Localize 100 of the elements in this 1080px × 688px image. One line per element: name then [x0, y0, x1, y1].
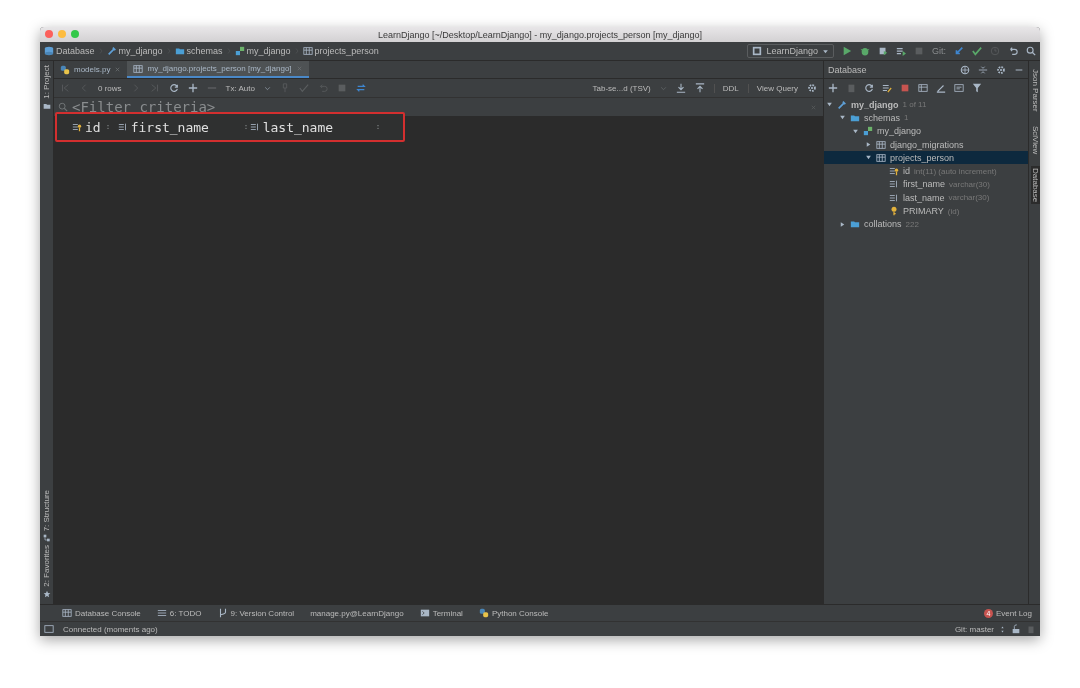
folder-icon: [174, 46, 185, 56]
tool-window-button[interactable]: Database: [1031, 166, 1040, 205]
structure-icon: [42, 534, 51, 543]
tool-window-button[interactable]: 1: Project: [42, 65, 51, 99]
compare-icon[interactable]: [355, 83, 366, 93]
coverage-icon[interactable]: [878, 46, 888, 56]
table-icon: [133, 63, 144, 74]
toolbar-button[interactable]: DDL: [713, 83, 739, 93]
properties-icon[interactable]: [882, 83, 892, 93]
search-icon[interactable]: [1026, 46, 1036, 56]
check-icon[interactable]: [972, 46, 982, 56]
key-icon: [889, 206, 899, 216]
python-icon: [478, 608, 489, 618]
column-header[interactable]: last_name: [249, 119, 382, 135]
caret-icon: [822, 47, 829, 55]
update-icon[interactable]: [954, 46, 964, 56]
branch-icon: [217, 608, 228, 618]
key-column-icon: [72, 122, 82, 132]
folder-icon: [42, 101, 51, 110]
filter-icon[interactable]: [972, 83, 982, 93]
refresh-icon[interactable]: [864, 83, 874, 93]
breadcrumb[interactable]: my_django: [106, 46, 163, 56]
collapsed-arrow-icon[interactable]: [865, 141, 872, 149]
tool-window-button[interactable]: Terminal: [419, 608, 463, 618]
collapsed-arrow-icon[interactable]: [839, 220, 846, 228]
breadcrumb[interactable]: Database: [44, 46, 95, 56]
table-icon: [876, 152, 886, 163]
python-icon: [60, 64, 70, 75]
tool-window-button[interactable]: manage.py@LearnDjango: [310, 608, 404, 618]
check-icon[interactable]: [298, 83, 309, 93]
format-dropdown[interactable]: Tab-se...d (TSV): [592, 83, 651, 93]
panel-title: Database: [828, 64, 867, 75]
column-header[interactable]: first_name: [117, 119, 250, 135]
settings-icon[interactable]: [996, 64, 1006, 75]
editor-tab[interactable]: models.py: [54, 61, 128, 78]
tool-window-button[interactable]: 9: Version Control: [217, 608, 295, 618]
bug-icon[interactable]: [860, 46, 870, 56]
column-icon: [117, 122, 128, 132]
tool-window-button[interactable]: SciView: [1031, 123, 1040, 156]
column-header[interactable]: id: [72, 119, 118, 135]
download-icon[interactable]: [675, 83, 686, 93]
tool-window-button[interactable]: Json Parser: [1031, 67, 1040, 114]
key-column-icon: [889, 166, 899, 177]
status-message: Connected (moments ago): [63, 624, 158, 634]
column-icon: [249, 122, 260, 132]
add-icon[interactable]: [828, 83, 838, 93]
expanded-arrow-icon[interactable]: [839, 114, 846, 122]
console-icon[interactable]: [954, 83, 964, 93]
schema-icon: [234, 46, 245, 56]
branch-widget[interactable]: Git: master: [954, 624, 994, 634]
run-configuration-dropdown[interactable]: LearnDjango: [747, 44, 834, 58]
undo-icon[interactable]: [1008, 46, 1018, 56]
list-icon: [156, 608, 167, 618]
wrench-icon: [837, 99, 847, 110]
refresh-icon[interactable]: [168, 83, 179, 93]
expanded-arrow-icon[interactable]: [852, 127, 859, 135]
panel-toggle-icon[interactable]: [44, 624, 54, 634]
breadcrumb[interactable]: projects_person: [302, 46, 379, 56]
git-label: Git:: [932, 46, 946, 56]
star-icon: [42, 590, 51, 598]
tool-window-button[interactable]: 6: TODO: [156, 608, 202, 618]
breadcrumb[interactable]: schemas: [174, 46, 223, 56]
close-button[interactable]: [45, 30, 53, 38]
filter-field[interactable]: <Filter criteria>: [72, 99, 806, 115]
upload-icon[interactable]: [694, 83, 705, 93]
caret-icon: [659, 84, 667, 92]
edit-icon[interactable]: [936, 83, 946, 93]
column-icon: [889, 192, 899, 203]
tool-window-button[interactable]: 7: Structure: [42, 489, 51, 532]
wrench-icon: [106, 46, 117, 56]
editor-tab[interactable]: my_django.projects_person [my_django]: [127, 61, 309, 78]
lock-icon[interactable]: [1011, 624, 1021, 634]
folder-icon: [850, 219, 860, 230]
expanded-arrow-icon[interactable]: [865, 154, 872, 162]
terminal-icon: [419, 608, 430, 618]
collapse-icon[interactable]: [978, 64, 988, 75]
transaction-mode-dropdown[interactable]: Tx: Auto: [225, 83, 255, 93]
schema-icon: [863, 126, 873, 137]
column-icon: [889, 179, 899, 190]
tree-item[interactable]: my_django: [824, 124, 1028, 138]
run-icon[interactable]: [842, 46, 852, 56]
database-icon: [44, 46, 54, 56]
tree-item[interactable]: django_migrations: [824, 137, 1028, 152]
table-icon[interactable]: [918, 83, 928, 93]
profile-icon[interactable]: [896, 46, 906, 56]
search-icon: [58, 102, 68, 112]
add-icon[interactable]: [187, 83, 198, 93]
tool-window-button[interactable]: 2: Favorites: [42, 545, 51, 587]
globe-icon[interactable]: [960, 64, 970, 75]
row-count[interactable]: 0 rows: [98, 83, 122, 93]
stop-icon[interactable]: [900, 83, 910, 93]
expanded-arrow-icon[interactable]: [826, 101, 833, 109]
breadcrumb[interactable]: my_django: [234, 46, 291, 56]
tool-window-button[interactable]: Database Console: [62, 608, 141, 618]
config-icon: [752, 46, 763, 56]
settings-icon[interactable]: [807, 83, 817, 93]
updown-icon: [999, 625, 1006, 633]
toolbar-button[interactable]: View Query: [747, 83, 798, 93]
tool-window-button[interactable]: Python Console: [478, 608, 549, 618]
tree-item[interactable]: projects_person: [824, 151, 1028, 165]
